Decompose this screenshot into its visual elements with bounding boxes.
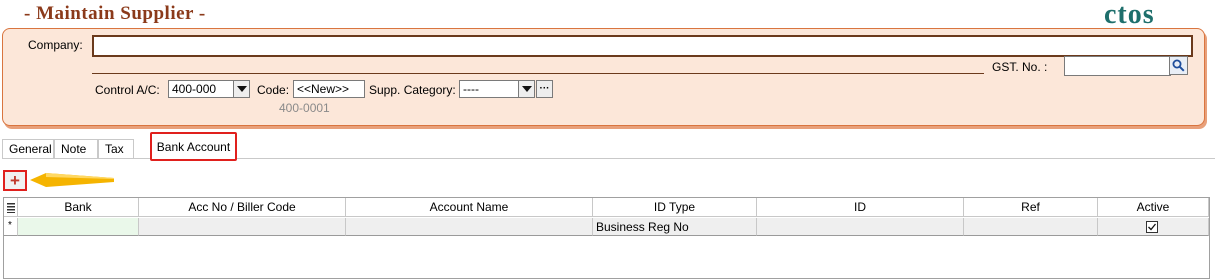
page-title: - Maintain Supplier -: [24, 3, 206, 24]
new-row-account-name-cell[interactable]: [346, 218, 593, 236]
new-row-acc-no-cell[interactable]: [139, 218, 346, 236]
column-header-acc-no[interactable]: Acc No / Biller Code: [139, 198, 346, 217]
ctos-logo: ctos: [1104, 0, 1155, 30]
new-row-ref-cell[interactable]: [964, 218, 1098, 236]
new-row-id-type-cell[interactable]: Business Reg No: [593, 218, 757, 236]
chevron-down-icon: [236, 86, 247, 92]
column-header-active[interactable]: Active: [1098, 198, 1209, 217]
supp-category-dropdown[interactable]: ----: [459, 80, 519, 98]
code-hint: 400-0001: [279, 101, 330, 115]
tab-tax[interactable]: Tax: [98, 139, 134, 158]
new-row-indicator: *: [4, 218, 18, 236]
active-checkbox[interactable]: [1146, 221, 1158, 233]
company-underline: [92, 73, 984, 74]
supp-category-label: Supp. Category:: [369, 83, 456, 97]
company-field[interactable]: [92, 35, 1193, 57]
supp-category-browse-button[interactable]: ···: [536, 80, 553, 98]
control-ac-dropdown[interactable]: 400-000: [168, 80, 234, 98]
tab-note[interactable]: Note: [54, 139, 98, 158]
gst-field[interactable]: [1064, 56, 1171, 76]
tab-bank-account[interactable]: Bank Account: [150, 132, 237, 161]
column-header-ref[interactable]: Ref: [964, 198, 1098, 217]
gst-label: GST. No. :: [992, 60, 1048, 74]
list-icon: [7, 203, 15, 213]
control-ac-label: Control A/C:: [95, 83, 160, 97]
grid-row-header[interactable]: [4, 198, 18, 217]
chevron-down-icon: [521, 86, 532, 92]
tab-general[interactable]: General: [2, 139, 54, 158]
company-label: Company:: [28, 38, 83, 52]
code-field[interactable]: <<New>>: [293, 80, 365, 98]
new-row-bank-cell[interactable]: [18, 218, 139, 236]
add-row-button[interactable]: +: [3, 170, 27, 191]
column-header-id-type[interactable]: ID Type: [593, 198, 757, 217]
new-row-active-cell[interactable]: [1098, 218, 1209, 236]
supp-category-dropdown-button[interactable]: [518, 80, 535, 98]
asterisk-icon: *: [8, 220, 12, 231]
search-icon: [1172, 59, 1185, 72]
plus-icon: +: [10, 171, 20, 190]
column-header-id[interactable]: ID: [757, 198, 964, 217]
control-ac-dropdown-button[interactable]: [233, 80, 250, 98]
column-header-bank[interactable]: Bank: [18, 198, 139, 217]
gst-search-button[interactable]: [1169, 56, 1188, 75]
new-row-id-cell[interactable]: [757, 218, 964, 236]
column-header-account-name[interactable]: Account Name: [346, 198, 593, 217]
arrow-left-icon: [30, 173, 114, 187]
code-label: Code:: [257, 83, 290, 97]
